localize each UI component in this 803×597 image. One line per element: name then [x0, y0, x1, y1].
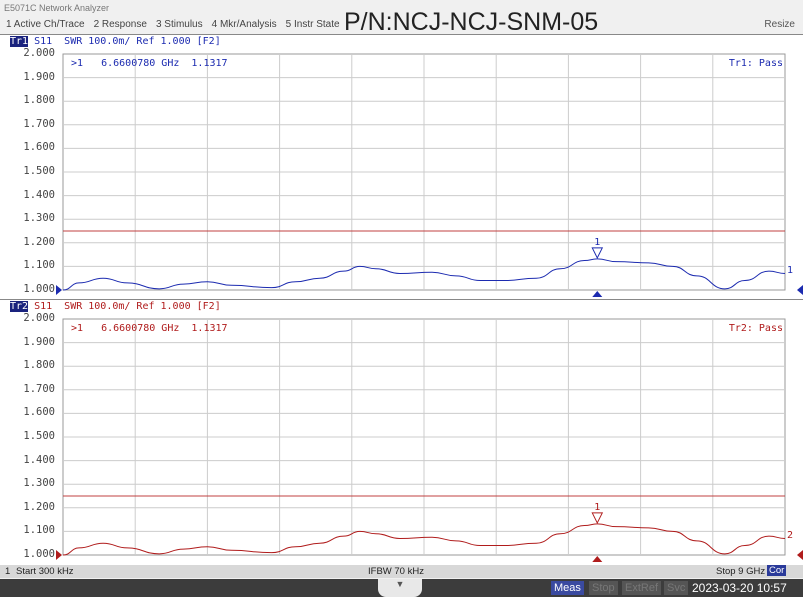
window-title: E5071C Network Analyzer — [4, 3, 110, 13]
marker-label: 1 — [594, 501, 601, 513]
menu-stimulus[interactable]: 3 Stimulus — [156, 19, 203, 30]
menu-active-ch[interactable]: 1 Active Ch/Trace — [6, 19, 85, 30]
resize-button[interactable]: Resize — [764, 19, 795, 30]
expand-tab[interactable]: ▼ — [378, 579, 422, 597]
marker-label: 1 — [594, 236, 601, 248]
meas-indicator: Meas — [551, 581, 584, 595]
extref-indicator: ExtRef — [622, 581, 662, 595]
trace-plot — [56, 318, 803, 562]
trace-plot — [56, 53, 803, 297]
datetime: 2023-03-20 10:57 — [692, 581, 787, 595]
reference-right-icon — [797, 285, 803, 295]
ifbw[interactable]: IFBW 70 kHz — [368, 566, 424, 577]
part-number: P/N:NCJ-NCJ-SNM-05 — [344, 8, 599, 36]
marker-readout: >1 6.6600780 GHz 1.1317 — [71, 58, 228, 69]
trace2-panel[interactable]: Tr2 S11 SWR 100.0m/ Ref 1.000 [F2] 2.000 1… — [0, 299, 803, 565]
marker-position-icon — [592, 556, 603, 562]
marker-readout: >1 6.6600780 GHz 1.1317 — [71, 323, 228, 334]
stop-indicator: Stop — [589, 581, 618, 595]
trace-end-label: 1 — [787, 265, 794, 277]
channel-number: 1 — [5, 566, 11, 577]
menu-instr-state[interactable]: 5 Instr State — [286, 19, 340, 30]
menu-mkr-analysis[interactable]: 4 Mkr/Analysis — [212, 19, 277, 30]
start-frequency[interactable]: Start 300 kHz — [16, 566, 74, 577]
menu-response[interactable]: 2 Response — [94, 19, 147, 30]
reference-icon[interactable] — [56, 550, 62, 560]
trace-end-label: 2 — [787, 530, 794, 542]
status-bar: ▼ Meas Stop ExtRef Svc 2023-03-20 10:57 — [0, 579, 803, 597]
correction-badge: Cor — [767, 565, 787, 576]
reference-icon[interactable] — [56, 285, 62, 295]
marker-position-icon — [592, 291, 603, 297]
softkey-menu: 1 Active Ch/Trace 2 Response 3 Stimulus … — [6, 19, 340, 30]
reference-right-icon — [797, 550, 803, 560]
stop-frequency[interactable]: Stop 9 GHz — [716, 566, 765, 577]
trace1-panel[interactable]: Tr1 S11 SWR 100.0m/ Ref 1.000 [F2] 2.000 1… — [0, 34, 803, 300]
channel-footer: 1 Start 300 kHz IFBW 70 kHz Stop 9 GHz C… — [0, 565, 803, 578]
pass-status: Tr1: Pass — [728, 58, 783, 69]
svc-indicator: Svc — [664, 581, 689, 595]
pass-status: Tr2: Pass — [728, 323, 783, 334]
